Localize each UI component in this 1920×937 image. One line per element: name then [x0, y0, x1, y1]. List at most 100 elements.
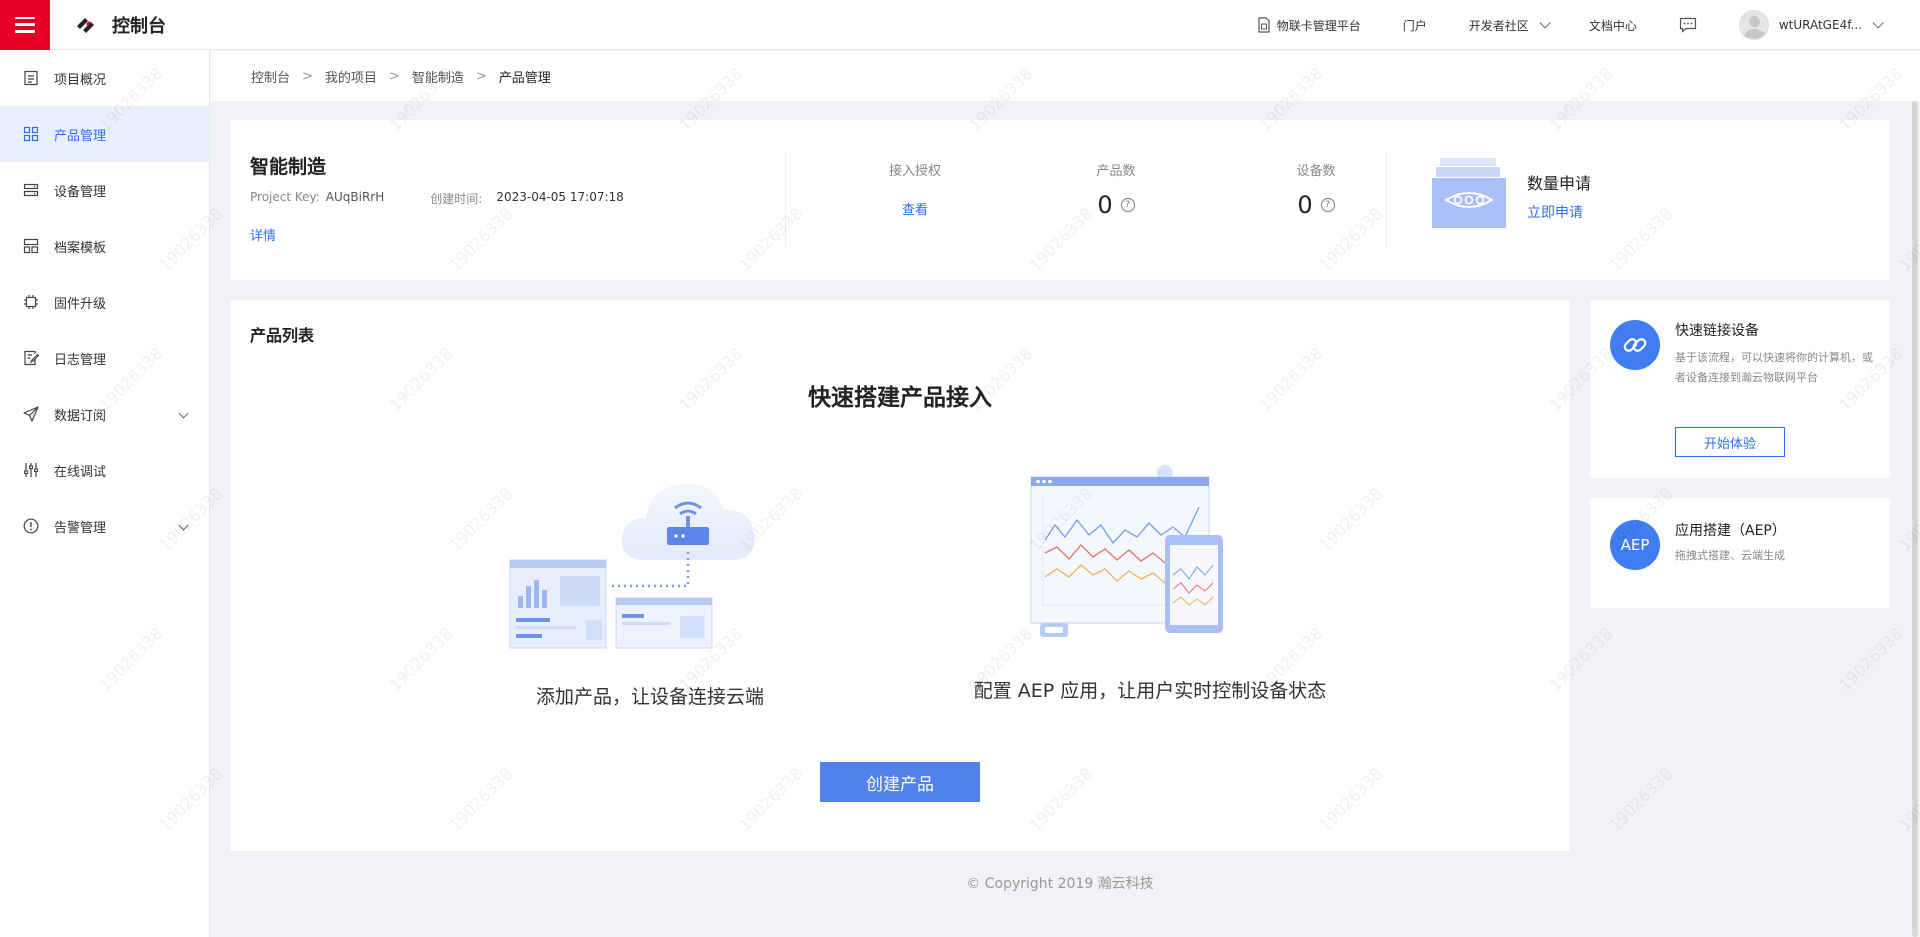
device-count-stat: 设备数 0 ?: [1241, 160, 1391, 219]
add-product-caption: 添加产品，让设备连接云端: [535, 686, 764, 708]
watermark-text: 19026338: [1605, 763, 1677, 836]
cloud-connect-illustration: [500, 460, 800, 660]
sidebar-item-label: 产品管理: [54, 128, 107, 144]
project-summary-card: 智能制造 Project Key: AUqBiRrH 创建时间: 2023-04…: [230, 120, 1890, 280]
product-count-stat: 产品数 0 ?: [1041, 160, 1191, 219]
sidebar-item-project-overview[interactable]: 项目概况: [0, 50, 209, 106]
quota-illustration: [1432, 158, 1510, 230]
menu-toggle-button[interactable]: [0, 0, 50, 50]
hamburger-icon: [15, 16, 35, 33]
username: wtURAtGE4f...: [1778, 18, 1862, 32]
user-menu[interactable]: wtURAtGE4f...: [1738, 10, 1884, 40]
sidebar-item-label: 项目概况: [54, 72, 107, 88]
sliders-icon: [22, 461, 40, 479]
breadcrumb-separator: >: [475, 68, 487, 84]
product-count-value: 0: [1097, 191, 1113, 219]
help-icon[interactable]: ?: [1120, 198, 1135, 212]
divider: [785, 150, 786, 250]
server-icon: [22, 181, 40, 199]
sidebar-item-online-debug[interactable]: 在线调试: [0, 442, 209, 498]
docs-center-link[interactable]: 文档中心: [1589, 17, 1637, 34]
link-icon: [1610, 320, 1660, 370]
send-icon: [22, 405, 40, 423]
aep-icon: AEP: [1610, 520, 1660, 570]
sidebar-item-log-management[interactable]: 日志管理: [0, 330, 209, 386]
page-scrollbar[interactable]: [1910, 101, 1920, 937]
apply-now-link[interactable]: 立即申请: [1527, 202, 1583, 222]
breadcrumb-project[interactable]: 智能制造: [412, 67, 464, 86]
message-icon: [1679, 17, 1696, 33]
portal-link[interactable]: 门户: [1403, 17, 1427, 34]
console-title: 控制台: [112, 15, 166, 37]
aep-app-build-title: 应用搭建（AEP）: [1675, 523, 1786, 539]
chevron-down-icon: [178, 408, 189, 419]
avatar: [1738, 10, 1769, 40]
quick-link-device-card: 快速链接设备 基于该流程，可以快速将你的计算机，或者设备连接到瀚云物联网平台 开…: [1590, 300, 1890, 478]
device-count-value: 0: [1297, 191, 1313, 219]
aep-app-build-desc: 拖拽式搭建、云端生成: [1675, 549, 1785, 562]
scrollbar-thumb[interactable]: [1912, 101, 1918, 937]
sidebar-item-label: 设备管理: [54, 184, 107, 200]
docs-center-label: 文档中心: [1588, 18, 1637, 33]
quick-link-device-title: 快速链接设备: [1675, 323, 1759, 339]
access-auth-stat: 接入授权 查看: [840, 160, 990, 218]
brand-logo-icon: [74, 13, 98, 37]
breadcrumb-console[interactable]: 控制台: [251, 67, 290, 86]
chevron-down-icon: [178, 520, 189, 531]
configure-aep-caption: 配置 AEP 应用，让用户实时控制设备状态: [973, 680, 1327, 702]
access-auth-label: 接入授权: [888, 164, 941, 179]
breadcrumb: 控制台 > 我的项目 > 智能制造 > 产品管理: [211, 51, 1920, 101]
sidebar-item-label: 数据订阅: [54, 408, 107, 424]
project-key-value: AUqBiRrH: [325, 190, 385, 204]
start-experience-button[interactable]: 开始体验: [1675, 427, 1785, 457]
footer-copyright: © Copyright 2019 瀚云科技: [966, 876, 1154, 892]
product-count-label: 产品数: [1096, 164, 1136, 179]
breadcrumb-my-projects[interactable]: 我的项目: [325, 67, 377, 86]
sidebar-item-product-management[interactable]: 产品管理: [0, 106, 209, 162]
sidebar-item-firmware-upgrade[interactable]: 固件升级: [0, 274, 209, 330]
device-count-label: 设备数: [1296, 164, 1336, 179]
breadcrumb-current: 产品管理: [498, 70, 551, 86]
product-count-row: 0 ?: [1041, 191, 1191, 219]
create-product-button[interactable]: 创建产品: [820, 762, 980, 802]
breadcrumb-separator: >: [388, 68, 400, 84]
sidebar-item-label: 告警管理: [54, 520, 107, 536]
sidebar-item-label: 档案模板: [54, 240, 107, 256]
aep-app-build-card: AEP 应用搭建（AEP） 拖拽式搭建、云端生成: [1590, 498, 1890, 608]
product-list-card: 产品列表 快速搭建产品接入 添加产品，让设备连接云端 配置 AEP 应用，让用户…: [230, 300, 1570, 851]
iot-card-platform-link[interactable]: 物联卡管理平台: [1257, 17, 1361, 34]
watermark-text: 19026338: [1835, 623, 1907, 696]
developer-community-link[interactable]: 开发者社区: [1468, 17, 1551, 34]
messages-button[interactable]: [1679, 17, 1697, 33]
access-auth-view-link[interactable]: 查看: [840, 199, 990, 218]
layout-icon: [22, 237, 40, 255]
breadcrumb-separator: >: [302, 68, 313, 84]
developer-community-label: 开发者社区: [1468, 18, 1529, 33]
product-list-title: 产品列表: [250, 326, 315, 345]
sidebar-item-data-subscription[interactable]: 数据订阅: [0, 386, 209, 442]
chevron-down-icon: [1872, 17, 1884, 29]
top-navbar: 控制台 物联卡管理平台 门户 开发者社区 文档中心 wtURAtGE4f...: [0, 0, 1920, 50]
help-icon[interactable]: ?: [1320, 198, 1335, 212]
project-key-label: Project Key:: [250, 190, 320, 204]
quick-link-device-desc: 基于该流程，可以快速将你的计算机，或者设备连接到瀚云物联网平台: [1675, 351, 1873, 384]
grid-icon: [22, 125, 40, 143]
sidebar: 项目概况 产品管理 设备管理 档案模板 固件升级 日志管理 数据订阅 在线调试 …: [0, 50, 210, 937]
project-name: 智能制造: [250, 156, 327, 178]
edit-log-icon: [22, 349, 40, 367]
sidebar-item-label: 日志管理: [54, 352, 107, 368]
aep-app-illustration: [1025, 465, 1255, 640]
chip-icon: [22, 293, 40, 311]
sidebar-item-archive-template[interactable]: 档案模板: [0, 218, 209, 274]
iot-card-platform-label: 物联卡管理平台: [1276, 18, 1361, 33]
project-detail-link[interactable]: 详情: [250, 225, 276, 244]
divider: [1386, 150, 1387, 250]
sim-card-icon: [1258, 17, 1270, 33]
sidebar-item-alarm-management[interactable]: 告警管理: [0, 498, 209, 554]
sidebar-item-label: 在线调试: [54, 464, 107, 480]
created-time-value: 2023-04-05 17:07:18: [496, 190, 624, 204]
device-count-row: 0 ?: [1241, 191, 1391, 219]
sidebar-item-device-management[interactable]: 设备管理: [0, 162, 209, 218]
brand[interactable]: 控制台: [74, 12, 166, 38]
quota-request-title: 数量申请: [1527, 174, 1592, 193]
